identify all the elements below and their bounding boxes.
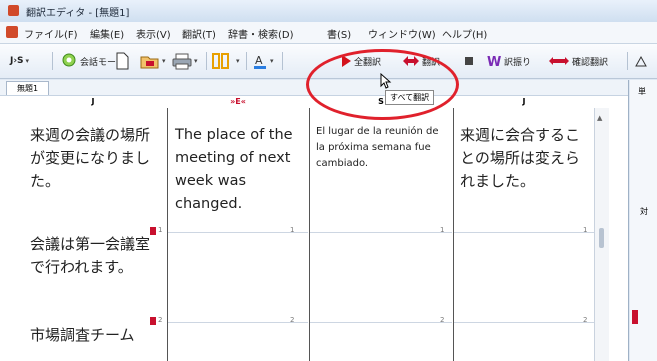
window-title: 翻訳エディタ - [無題1] [26, 8, 130, 19]
segment-number: 2 [158, 316, 163, 324]
right-side-panel: 単 対 [630, 80, 657, 361]
translation-memory-icon: W [487, 55, 501, 69]
dropdown-arrow-icon: ▾ [25, 57, 30, 65]
translation-memory-label: 訳振り [504, 57, 532, 68]
row-divider [168, 232, 308, 233]
open-file-button[interactable]: ▾ [140, 52, 166, 70]
title-bar: 翻訳エディタ - [無題1] [0, 0, 657, 22]
app-icon [8, 5, 19, 16]
document-area: 無題1 J »E« S J 来週の会議の場所が変更になりました。 The pla… [0, 80, 629, 361]
source-cell[interactable]: 市場調査チーム [30, 324, 162, 347]
overflow-icon [635, 55, 647, 67]
svg-text:A: A [255, 54, 263, 67]
text-color-icon: A [254, 54, 266, 69]
document-icon[interactable] [6, 26, 18, 38]
menu-translate[interactable]: 翻訳(T) [182, 26, 216, 41]
language-pair-dropdown[interactable]: J›S ▾ [10, 52, 29, 70]
column-divider [453, 108, 454, 361]
toolbar-separator [282, 52, 283, 70]
right-panel-label: 単 [638, 87, 646, 96]
vertical-scrollbar[interactable]: ▲ [594, 108, 609, 361]
row-divider [454, 322, 594, 323]
dropdown-arrow-icon: ▾ [236, 57, 240, 65]
segment-number: 1 [440, 226, 445, 234]
menu-dictionary-search[interactable]: 辞書・検索(D) [228, 26, 294, 41]
column-divider [309, 108, 310, 361]
menu-help[interactable]: ヘルプ(H) [442, 26, 487, 41]
panel-marker-icon [632, 310, 638, 324]
svg-text:W: W [487, 55, 501, 69]
column-header-japanese-back[interactable]: J [454, 96, 594, 108]
column-header-english[interactable]: »E« [168, 96, 308, 108]
stop-button[interactable] [464, 52, 474, 70]
row-divider [168, 322, 308, 323]
back-translation-cell[interactable]: 来週に会合することの場所は変えられました。 [460, 124, 592, 193]
application-window: 翻訳エディタ - [無題1] ファイル(F) 編集(E) 表示(V) 翻訳(T)… [0, 0, 657, 361]
scrollbar-thumb[interactable] [599, 228, 604, 248]
new-document-icon [116, 52, 129, 70]
menu-file[interactable]: ファイル(F) [24, 26, 78, 41]
menu-bar: ファイル(F) 編集(E) 表示(V) 翻訳(T) 辞書・検索(D) 書(S) … [0, 22, 657, 44]
menu-edit[interactable]: 編集(E) [90, 26, 124, 41]
font-color-button[interactable]: A ▾ [252, 52, 274, 70]
toolbar-separator [627, 52, 628, 70]
spanish-cell[interactable]: El lugar de la reunión de la próxima sem… [316, 124, 448, 172]
menu-window[interactable]: ウィンドウ(W) [368, 26, 436, 41]
new-document-button[interactable] [114, 52, 130, 70]
confirm-translation-button[interactable]: 確認翻訳 [548, 52, 608, 70]
english-cell[interactable]: The place of the meeting of next week wa… [175, 124, 307, 216]
print-button[interactable]: ▾ [172, 52, 198, 70]
segment-number: 2 [583, 316, 588, 324]
dropdown-arrow-icon: ▾ [162, 57, 166, 65]
right-panel-label: 対 [640, 207, 648, 216]
row-divider [310, 232, 452, 233]
conversation-mode-icon [62, 53, 76, 67]
source-cell[interactable]: 会議は第一会議室で行われます。 [30, 233, 162, 279]
segment-number: 2 [290, 316, 295, 324]
menu-document[interactable]: 書(S) [327, 26, 351, 41]
toolbar-separator [206, 52, 207, 70]
document-tab[interactable]: 無題1 [6, 81, 50, 95]
confirm-translation-label: 確認翻訳 [572, 57, 609, 68]
column-header-japanese-source[interactable]: J [22, 96, 164, 108]
row-divider [454, 232, 594, 233]
mouse-cursor-icon [380, 73, 392, 89]
segment-number: 2 [440, 316, 445, 324]
segment-number: 1 [290, 226, 295, 234]
menu-view[interactable]: 表示(V) [136, 26, 171, 41]
column-layout-icon [212, 53, 229, 69]
toolbar-separator [246, 52, 247, 70]
segment-number: 1 [583, 226, 588, 234]
language-pair-label: J›S [10, 56, 24, 66]
source-cell[interactable]: 来週の会議の場所が変更になりました。 [30, 124, 162, 193]
stop-icon [465, 57, 473, 65]
layout-button[interactable]: ▾ [212, 52, 240, 70]
more-tools-button[interactable] [634, 52, 652, 70]
scroll-up-icon[interactable]: ▲ [597, 114, 602, 122]
open-folder-icon [140, 56, 159, 69]
column-divider [167, 108, 168, 361]
dropdown-arrow-icon: ▾ [270, 57, 274, 65]
printer-icon [172, 53, 192, 70]
dropdown-arrow-icon: ▾ [194, 57, 198, 65]
confirm-translation-icon [549, 57, 569, 65]
translation-memory-button[interactable]: W 訳振り [486, 52, 531, 70]
toolbar-separator [52, 52, 53, 70]
row-divider [310, 322, 452, 323]
